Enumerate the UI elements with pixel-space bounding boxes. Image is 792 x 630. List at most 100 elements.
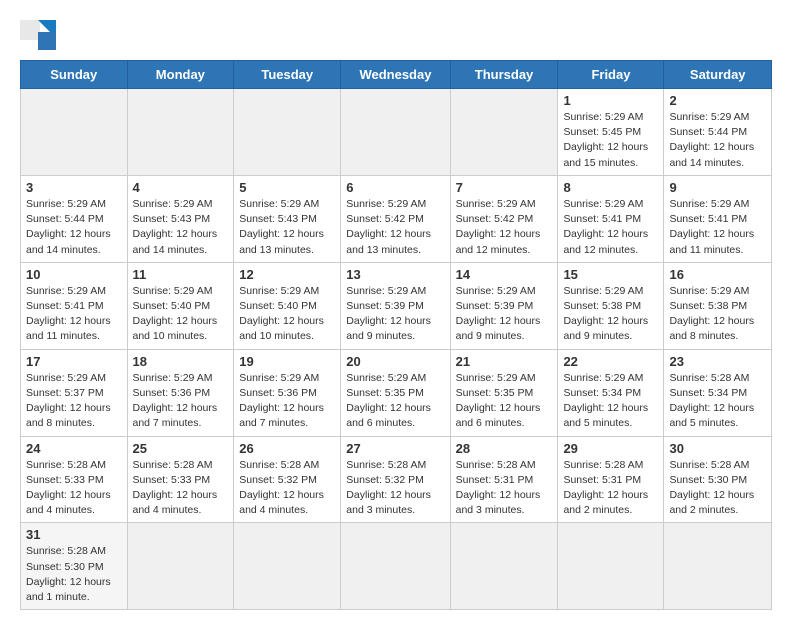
calendar-cell [341, 89, 450, 176]
calendar: SundayMondayTuesdayWednesdayThursdayFrid… [20, 60, 772, 610]
day-info: Sunrise: 5:29 AM Sunset: 5:39 PM Dayligh… [346, 284, 444, 345]
week-row-6: 31 Sunrise: 5:28 AM Sunset: 5:30 PM Dayli… [21, 523, 772, 610]
day-info: Sunrise: 5:29 AM Sunset: 5:34 PM Dayligh… [563, 371, 658, 432]
calendar-cell: 29 Sunrise: 5:28 AM Sunset: 5:31 PM Dayli… [558, 436, 664, 523]
week-row-2: 3 Sunrise: 5:29 AM Sunset: 5:44 PM Daylig… [21, 175, 772, 262]
calendar-cell: 22 Sunrise: 5:29 AM Sunset: 5:34 PM Dayli… [558, 349, 664, 436]
calendar-cell [341, 523, 450, 610]
weekday-header-tuesday: Tuesday [234, 61, 341, 89]
weekday-header-sunday: Sunday [21, 61, 128, 89]
calendar-cell: 17Sunrise: 5:29 AM Sunset: 5:37 PM Dayli… [21, 349, 128, 436]
day-info: Sunrise: 5:29 AM Sunset: 5:38 PM Dayligh… [669, 284, 766, 345]
weekday-header-row: SundayMondayTuesdayWednesdayThursdayFrid… [21, 61, 772, 89]
day-info: Sunrise: 5:29 AM Sunset: 5:39 PM Dayligh… [456, 284, 553, 345]
day-info: Sunrise: 5:28 AM Sunset: 5:32 PM Dayligh… [239, 458, 335, 519]
day-info: Sunrise: 5:29 AM Sunset: 5:40 PM Dayligh… [239, 284, 335, 345]
week-row-5: 24 Sunrise: 5:28 AM Sunset: 5:33 PM Dayli… [21, 436, 772, 523]
day-number: 5 [239, 180, 335, 195]
day-number: 17 [26, 354, 122, 369]
day-info: Sunrise: 5:29 AM Sunset: 5:38 PM Dayligh… [563, 284, 658, 345]
calendar-cell [127, 523, 234, 610]
calendar-cell: 3 Sunrise: 5:29 AM Sunset: 5:44 PM Daylig… [21, 175, 128, 262]
day-number: 26 [239, 441, 335, 456]
day-info: Sunrise: 5:29 AM Sunset: 5:36 PM Dayligh… [239, 371, 335, 432]
calendar-cell [558, 523, 664, 610]
calendar-cell: 7Sunrise: 5:29 AM Sunset: 5:42 PM Daylig… [450, 175, 558, 262]
calendar-cell: 12Sunrise: 5:29 AM Sunset: 5:40 PM Dayli… [234, 262, 341, 349]
calendar-cell: 8 Sunrise: 5:29 AM Sunset: 5:41 PM Daylig… [558, 175, 664, 262]
week-row-3: 10 Sunrise: 5:29 AM Sunset: 5:41 PM Dayli… [21, 262, 772, 349]
calendar-cell: 13 Sunrise: 5:29 AM Sunset: 5:39 PM Dayli… [341, 262, 450, 349]
calendar-cell [127, 89, 234, 176]
day-info: Sunrise: 5:28 AM Sunset: 5:34 PM Dayligh… [669, 371, 766, 432]
calendar-cell [234, 89, 341, 176]
day-info: Sunrise: 5:28 AM Sunset: 5:31 PM Dayligh… [456, 458, 553, 519]
calendar-cell: 5 Sunrise: 5:29 AM Sunset: 5:43 PM Daylig… [234, 175, 341, 262]
calendar-cell: 26 Sunrise: 5:28 AM Sunset: 5:32 PM Dayli… [234, 436, 341, 523]
day-info: Sunrise: 5:29 AM Sunset: 5:44 PM Dayligh… [669, 110, 766, 171]
day-number: 9 [669, 180, 766, 195]
weekday-header-monday: Monday [127, 61, 234, 89]
calendar-cell [234, 523, 341, 610]
calendar-cell: 2 Sunrise: 5:29 AM Sunset: 5:44 PM Daylig… [664, 89, 772, 176]
day-number: 13 [346, 267, 444, 282]
calendar-cell: 19 Sunrise: 5:29 AM Sunset: 5:36 PM Dayli… [234, 349, 341, 436]
day-info: Sunrise: 5:29 AM Sunset: 5:41 PM Dayligh… [669, 197, 766, 258]
calendar-cell: 9 Sunrise: 5:29 AM Sunset: 5:41 PM Daylig… [664, 175, 772, 262]
day-number: 18 [133, 354, 229, 369]
day-number: 11 [133, 267, 229, 282]
day-number: 7 [456, 180, 553, 195]
calendar-cell: 18Sunrise: 5:29 AM Sunset: 5:36 PM Dayli… [127, 349, 234, 436]
logo-icon [20, 20, 56, 50]
day-info: Sunrise: 5:29 AM Sunset: 5:41 PM Dayligh… [563, 197, 658, 258]
week-row-4: 17Sunrise: 5:29 AM Sunset: 5:37 PM Dayli… [21, 349, 772, 436]
calendar-cell: 4 Sunrise: 5:29 AM Sunset: 5:43 PM Daylig… [127, 175, 234, 262]
day-number: 30 [669, 441, 766, 456]
calendar-cell: 24Sunrise: 5:28 AM Sunset: 5:33 PM Dayli… [21, 436, 128, 523]
day-number: 10 [26, 267, 122, 282]
day-number: 14 [456, 267, 553, 282]
day-info: Sunrise: 5:29 AM Sunset: 5:35 PM Dayligh… [456, 371, 553, 432]
day-info: Sunrise: 5:29 AM Sunset: 5:43 PM Dayligh… [239, 197, 335, 258]
day-number: 15 [563, 267, 658, 282]
day-info: Sunrise: 5:29 AM Sunset: 5:41 PM Dayligh… [26, 284, 122, 345]
day-number: 19 [239, 354, 335, 369]
day-number: 27 [346, 441, 444, 456]
day-number: 3 [26, 180, 122, 195]
weekday-header-thursday: Thursday [450, 61, 558, 89]
calendar-cell [21, 89, 128, 176]
day-number: 29 [563, 441, 658, 456]
header [20, 20, 772, 50]
calendar-cell: 23 Sunrise: 5:28 AM Sunset: 5:34 PM Dayli… [664, 349, 772, 436]
day-info: Sunrise: 5:29 AM Sunset: 5:40 PM Dayligh… [133, 284, 229, 345]
calendar-cell: 28Sunrise: 5:28 AM Sunset: 5:31 PM Dayli… [450, 436, 558, 523]
day-info: Sunrise: 5:28 AM Sunset: 5:31 PM Dayligh… [563, 458, 658, 519]
day-info: Sunrise: 5:28 AM Sunset: 5:30 PM Dayligh… [26, 544, 122, 605]
day-number: 24 [26, 441, 122, 456]
day-number: 20 [346, 354, 444, 369]
calendar-cell: 11 Sunrise: 5:29 AM Sunset: 5:40 PM Dayli… [127, 262, 234, 349]
weekday-header-saturday: Saturday [664, 61, 772, 89]
day-number: 2 [669, 93, 766, 108]
day-info: Sunrise: 5:29 AM Sunset: 5:35 PM Dayligh… [346, 371, 444, 432]
calendar-cell: 25Sunrise: 5:28 AM Sunset: 5:33 PM Dayli… [127, 436, 234, 523]
calendar-cell [450, 523, 558, 610]
calendar-cell [664, 523, 772, 610]
day-info: Sunrise: 5:29 AM Sunset: 5:44 PM Dayligh… [26, 197, 122, 258]
day-info: Sunrise: 5:28 AM Sunset: 5:30 PM Dayligh… [669, 458, 766, 519]
day-info: Sunrise: 5:29 AM Sunset: 5:43 PM Dayligh… [133, 197, 229, 258]
day-number: 22 [563, 354, 658, 369]
calendar-cell: 6Sunrise: 5:29 AM Sunset: 5:42 PM Daylig… [341, 175, 450, 262]
day-number: 8 [563, 180, 658, 195]
day-info: Sunrise: 5:28 AM Sunset: 5:32 PM Dayligh… [346, 458, 444, 519]
day-number: 4 [133, 180, 229, 195]
week-row-1: 1Sunrise: 5:29 AM Sunset: 5:45 PM Daylig… [21, 89, 772, 176]
day-number: 31 [26, 527, 122, 542]
calendar-cell: 16Sunrise: 5:29 AM Sunset: 5:38 PM Dayli… [664, 262, 772, 349]
calendar-cell: 20 Sunrise: 5:29 AM Sunset: 5:35 PM Dayli… [341, 349, 450, 436]
day-number: 1 [563, 93, 658, 108]
calendar-cell: 31 Sunrise: 5:28 AM Sunset: 5:30 PM Dayli… [21, 523, 128, 610]
day-info: Sunrise: 5:28 AM Sunset: 5:33 PM Dayligh… [133, 458, 229, 519]
day-number: 23 [669, 354, 766, 369]
day-number: 21 [456, 354, 553, 369]
